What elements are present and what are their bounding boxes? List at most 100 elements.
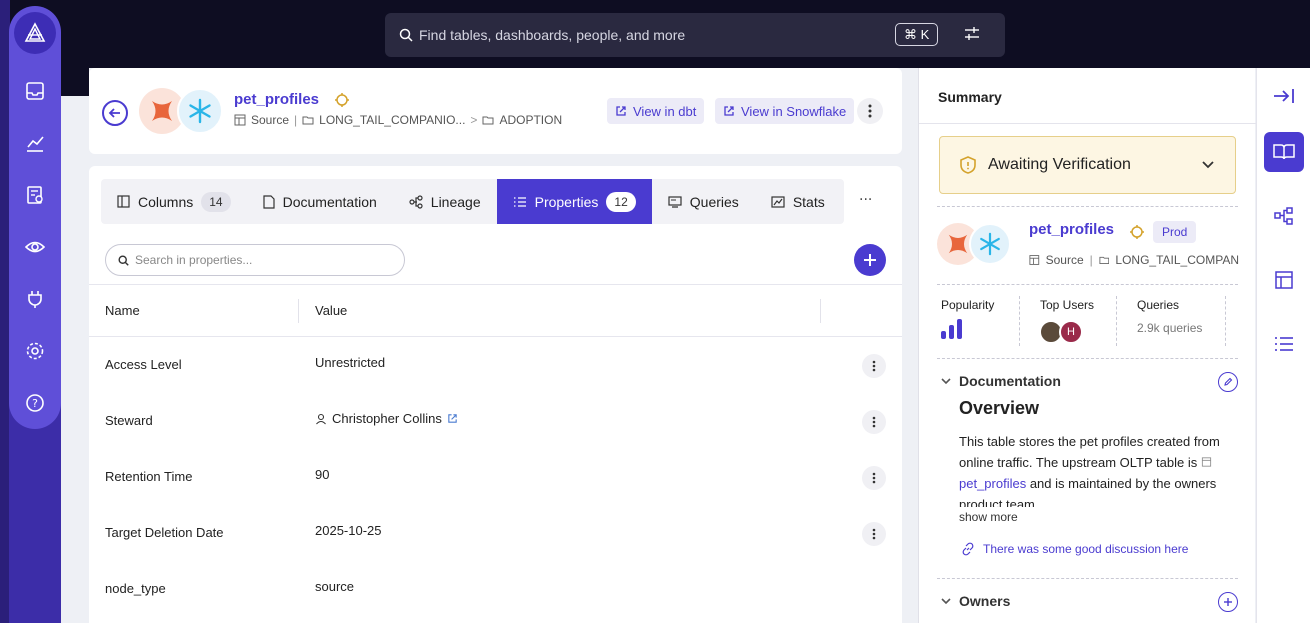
reports-icon[interactable] [23, 183, 47, 207]
external-link-icon[interactable] [447, 413, 458, 424]
properties-panel-button[interactable] [1264, 324, 1304, 364]
summary-panel: Summary Awaiting Verification pet_profil… [918, 68, 1256, 623]
asset-logos [139, 88, 223, 136]
steward-link[interactable]: Christopher Collins [332, 411, 442, 426]
tab-documentation[interactable]: Documentation [247, 179, 393, 224]
view-in-snowflake-button[interactable]: View in Snowflake [715, 98, 855, 124]
show-more-link[interactable]: show more [959, 510, 1018, 524]
row-menu-button[interactable] [862, 410, 886, 434]
tab-properties[interactable]: Properties 12 [496, 179, 652, 224]
table-icon [1201, 457, 1211, 467]
tab-columns[interactable]: Columns 14 [101, 179, 247, 224]
collapse-right-icon [1274, 89, 1294, 103]
table-row[interactable]: Access Level Unrestricted [89, 337, 902, 393]
layout-icon [1275, 271, 1293, 289]
kebab-menu-icon [872, 360, 876, 372]
table-header: Name Value [89, 284, 902, 337]
certified-badge-icon [1130, 225, 1144, 239]
row-menu-button[interactable] [862, 522, 886, 546]
edit-documentation-button[interactable] [1218, 372, 1238, 392]
queries-icon [668, 195, 682, 208]
summary-title: Summary [938, 89, 1002, 105]
table-row[interactable]: node_type source [89, 561, 902, 617]
popularity-label: Popularity [941, 298, 995, 312]
asset-content: Columns 14 Documentation Lineage Propert… [89, 166, 902, 623]
owners-section-toggle[interactable]: Owners [941, 593, 1010, 609]
eye-icon[interactable] [23, 235, 47, 259]
chevron-down-icon [1202, 161, 1214, 169]
properties-search-input[interactable]: Search in properties... [105, 244, 405, 276]
summary-breadcrumb: Source | LONG_TAIL_COMPAN [1029, 253, 1239, 267]
asset-header: pet_profiles Source | LONG_TAIL_COMPANIO… [89, 68, 902, 154]
search-placeholder[interactable]: Find tables, dashboards, people, and mor… [419, 27, 685, 43]
columns-panel-button[interactable] [1264, 260, 1304, 300]
row-menu-button[interactable] [862, 354, 886, 378]
analytics-icon[interactable] [23, 131, 47, 155]
doc-table-link[interactable]: pet_profiles [959, 476, 1026, 491]
documentation-section-toggle[interactable]: Documentation [941, 373, 1061, 389]
list-icon [1275, 337, 1293, 351]
add-property-button[interactable] [854, 244, 886, 276]
snowflake-logo-icon [177, 88, 223, 134]
pencil-icon [1224, 377, 1233, 386]
global-search[interactable]: Find tables, dashboards, people, and mor… [385, 13, 1005, 57]
environment-badge: Prod [1153, 221, 1197, 243]
summary-panel-button[interactable] [1264, 132, 1304, 172]
more-tabs-button[interactable]: ··· [859, 192, 872, 208]
asset-title[interactable]: pet_profiles [234, 91, 319, 108]
table-row[interactable]: Retention Time 90 [89, 449, 902, 505]
settings-gear-icon[interactable] [23, 339, 47, 363]
user-avatar[interactable]: H [1059, 320, 1083, 344]
kebab-menu-icon [872, 528, 876, 540]
back-button[interactable] [102, 100, 128, 126]
table-icon [1029, 255, 1040, 265]
right-rail [1256, 68, 1310, 623]
plug-icon[interactable] [23, 287, 47, 311]
breadcrumb-database[interactable]: LONG_TAIL_COMPANIO... [319, 113, 465, 127]
folder-icon [482, 116, 494, 125]
verification-status-dropdown[interactable]: Awaiting Verification [939, 136, 1236, 194]
column-header-name[interactable]: Name [105, 303, 140, 318]
column-header-value[interactable]: Value [315, 303, 347, 318]
documentation-heading: Overview [959, 398, 1040, 418]
kebab-menu-icon [872, 472, 876, 484]
book-icon [1273, 144, 1295, 160]
collapse-panel-button[interactable] [1264, 76, 1304, 116]
filter-sliders-icon[interactable] [963, 25, 981, 43]
properties-table: Name Value Access Level Unrestricted Ste… [89, 284, 902, 617]
breadcrumb: Source | LONG_TAIL_COMPANIO... > ADOPTIO… [234, 113, 562, 127]
arrow-left-icon [108, 108, 120, 118]
add-owner-button[interactable] [1218, 592, 1238, 612]
verification-status: Awaiting Verification [988, 156, 1131, 173]
kebab-menu-icon [868, 104, 872, 118]
inbox-icon[interactable] [23, 79, 47, 103]
table-row[interactable]: Steward Christopher Collins [89, 393, 902, 449]
table-row[interactable]: Target Deletion Date 2025-10-25 [89, 505, 902, 561]
view-in-dbt-button[interactable]: View in dbt [607, 98, 705, 124]
person-icon [316, 413, 326, 424]
chevron-down-icon [941, 378, 951, 385]
table-icon [234, 114, 246, 126]
summary-asset-name[interactable]: pet_profiles [1029, 221, 1114, 238]
tab-queries[interactable]: Queries [652, 179, 755, 224]
chevron-down-icon [941, 598, 951, 605]
tab-stats[interactable]: Stats [755, 179, 841, 224]
snowflake-logo-icon [969, 223, 1011, 265]
tab-lineage[interactable]: Lineage [393, 179, 497, 224]
breadcrumb-schema[interactable]: ADOPTION [499, 113, 562, 127]
asset-tabs: Columns 14 Documentation Lineage Propert… [101, 179, 844, 224]
breadcrumb-type: Source [251, 113, 290, 127]
certified-badge-icon [335, 93, 349, 107]
help-icon[interactable]: ? [23, 391, 47, 415]
lineage-icon [409, 194, 423, 209]
row-menu-button[interactable] [862, 466, 886, 490]
plus-icon [864, 254, 876, 266]
more-actions-button[interactable] [857, 98, 883, 124]
summary-asset-logos [937, 223, 1011, 267]
lineage-panel-button[interactable] [1264, 196, 1304, 236]
app-logo-icon[interactable] [14, 12, 56, 54]
discussion-link[interactable]: There was some good discussion here [961, 542, 1188, 556]
columns-count: 14 [201, 191, 231, 212]
link-icon [962, 542, 974, 556]
search-icon [118, 254, 129, 266]
